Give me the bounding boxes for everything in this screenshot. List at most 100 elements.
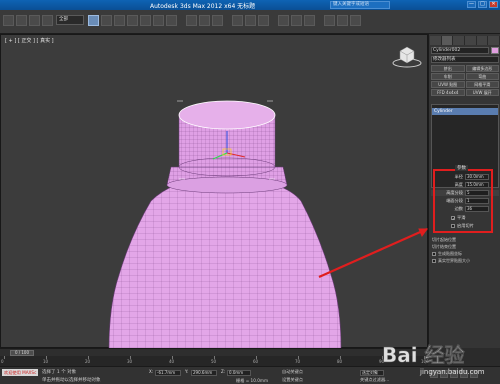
modifier-button[interactable]: 挤出: [431, 65, 465, 72]
angle-snap-icon[interactable]: [199, 15, 210, 26]
curve-editor-icon[interactable]: [278, 15, 289, 26]
maxscript-listener[interactable]: 欢迎使用 MAXSc: [2, 369, 38, 376]
checkbox-icon[interactable]: [432, 258, 436, 263]
modifier-button[interactable]: UVW 展开: [465, 89, 499, 96]
z-coord-field[interactable]: 0.0mm: [227, 370, 251, 376]
z-coord-label: Z:: [221, 369, 226, 374]
parameters-header[interactable]: 参数: [455, 165, 468, 171]
smooth-checkbox[interactable]: ✓ 平滑: [451, 215, 489, 221]
mirror-icon[interactable]: [232, 15, 243, 26]
viewcube[interactable]: [392, 46, 422, 68]
param-cap-segments: 端面分段 1: [437, 198, 491, 204]
ruler-tick-label: 80: [337, 359, 343, 364]
search-input[interactable]: 键入关键字或短语: [330, 1, 390, 9]
grid-size: 栅格 = 10.0mm: [236, 378, 269, 383]
render-icon[interactable]: [350, 15, 361, 26]
ruler-tick: [4, 356, 5, 359]
bottle-collar[interactable]: [166, 176, 288, 194]
snap-icon[interactable]: [186, 15, 197, 26]
rect-select-icon[interactable]: [114, 15, 125, 26]
rotate-icon[interactable]: [153, 15, 164, 26]
gen-mapping-row[interactable]: 生成贴图坐标: [432, 250, 496, 257]
param-spinner[interactable]: 5: [465, 190, 489, 196]
maximize-button[interactable]: □: [478, 1, 487, 8]
y-coord-label: Y:: [185, 369, 189, 374]
y-coord-field[interactable]: 290.6mm: [191, 370, 217, 376]
minimize-button[interactable]: —: [467, 1, 476, 8]
autokey-button[interactable]: 自动关键点: [282, 369, 303, 375]
modify-tab[interactable]: [441, 36, 454, 45]
motion-tab[interactable]: [465, 36, 477, 45]
parameters-rollout: 参数 半径 30.0mm 高度 15.0mm 高度分段 5 端面分段 1 边数 …: [433, 165, 493, 233]
slice-to-row[interactable]: 切片结束位置: [432, 243, 496, 250]
param-label: 半径: [454, 174, 463, 179]
window-crossing-icon[interactable]: [127, 15, 138, 26]
cap-top[interactable]: [178, 100, 276, 130]
scale-icon[interactable]: [166, 15, 177, 26]
modifier-button[interactable]: 弯曲: [465, 73, 499, 80]
x-coord-field[interactable]: -61.7mm: [155, 370, 181, 376]
unlink-icon[interactable]: [42, 15, 53, 26]
create-tab[interactable]: [430, 36, 442, 45]
checkbox-label: 平滑: [457, 215, 466, 220]
select-object-icon[interactable]: [88, 15, 99, 26]
redo-icon[interactable]: [16, 15, 27, 26]
slice-from-row[interactable]: 切片起始位置: [432, 236, 496, 243]
render-setup-icon[interactable]: [324, 15, 335, 26]
select-by-name-icon[interactable]: [101, 15, 112, 26]
track-bar[interactable]: 0 10 20 30 40 50 60 70 80 90 100: [0, 356, 429, 366]
param-spinner[interactable]: 30.0mm: [465, 174, 489, 180]
material-editor-icon[interactable]: [304, 15, 315, 26]
ruler-tick-label: 40: [169, 359, 175, 364]
window-title: Autodesk 3ds Max 2012 x64 无标题: [150, 3, 256, 10]
layer-icon[interactable]: [258, 15, 269, 26]
move-icon[interactable]: [140, 15, 151, 26]
checkbox-unchecked-icon[interactable]: [451, 224, 455, 228]
hierarchy-tab[interactable]: [453, 36, 466, 45]
modifier-button[interactable]: FFD 4x4x4: [431, 89, 465, 96]
real-world-row[interactable]: 真实世界贴图大小: [432, 257, 496, 264]
row-label: 切片结束位置: [432, 243, 456, 249]
checkbox-checked-icon[interactable]: ✓: [451, 216, 455, 221]
param-spinner[interactable]: 1: [465, 198, 489, 204]
ruler-tick-label: 20: [85, 359, 91, 364]
link-icon[interactable]: [29, 15, 40, 26]
display-tab[interactable]: [476, 36, 489, 45]
ruler-tick-label: 10: [43, 359, 49, 364]
app-window: Autodesk 3ds Max 2012 x64 无标题 键入关键字或短语 —…: [0, 0, 500, 384]
close-button[interactable]: ✕: [489, 1, 498, 8]
align-icon[interactable]: [245, 15, 256, 26]
stack-item[interactable]: Cylinder: [432, 108, 498, 115]
modifier-button[interactable]: UVW 贴图: [431, 81, 465, 88]
row-label: 真实世界贴图大小: [438, 257, 470, 263]
object-color-swatch[interactable]: [491, 47, 499, 54]
setkey-button[interactable]: 设置关键点: [282, 377, 303, 383]
utilities-tab[interactable]: [488, 36, 500, 45]
bottle-body[interactable]: [108, 184, 342, 349]
param-spinner[interactable]: 36: [465, 206, 489, 212]
watermark-url: jingyan.baidu.com: [419, 368, 485, 376]
modifier-button[interactable]: 编辑多边形: [465, 65, 499, 72]
checkbox-icon[interactable]: [432, 251, 436, 256]
command-panel-tabs: [430, 36, 500, 45]
param-spinner[interactable]: 15.0mm: [465, 182, 489, 188]
schematic-icon[interactable]: [291, 15, 302, 26]
modifier-list-dropdown[interactable]: 修改器列表: [431, 56, 499, 63]
perspective-viewport[interactable]: [ + ] [ 正交 ] [ 真实 ]: [0, 34, 428, 349]
ruler-tick-label: 70: [295, 359, 301, 364]
x-coord-label: X:: [149, 369, 154, 374]
render-frame-icon[interactable]: [337, 15, 348, 26]
undo-icon[interactable]: [3, 15, 14, 26]
modifier-button[interactable]: 车削: [431, 73, 465, 80]
param-label: 边数: [454, 206, 463, 211]
modifier-button[interactable]: 网格平滑: [465, 81, 499, 88]
slice-on-checkbox[interactable]: 启用切片: [451, 223, 489, 229]
selection-filter-dropdown[interactable]: 全部: [56, 15, 84, 25]
percent-snap-icon[interactable]: [212, 15, 223, 26]
ruler-tick-label: 30: [127, 359, 133, 364]
object-name-field[interactable]: Cylinder002: [431, 47, 489, 54]
annotation-arrow: [318, 227, 428, 279]
time-slider-track[interactable]: 0 / 100: [0, 348, 428, 356]
param-label: 端面分段: [446, 198, 463, 203]
viewport-canvas: [108, 46, 428, 349]
